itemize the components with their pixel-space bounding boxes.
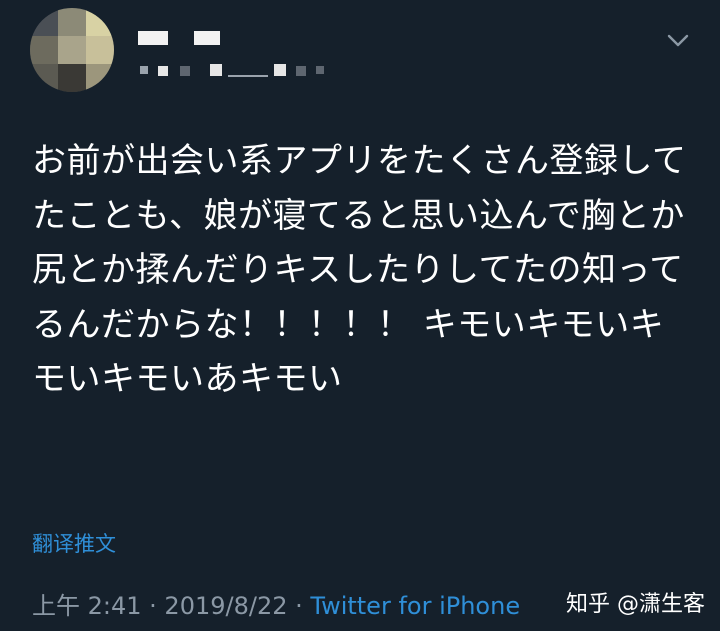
tweet-time[interactable]: 上午 2:41 [32,592,142,620]
avatar[interactable] [30,8,114,92]
tweet-header [0,0,720,110]
meta-separator: · [141,592,165,620]
tweet-date[interactable]: 2019/8/22 [164,592,287,620]
username-redacted[interactable] [140,60,330,80]
tweet-client-link[interactable]: Twitter for iPhone [310,592,520,620]
translate-tweet-link[interactable]: 翻译推文 [32,528,116,558]
chevron-down-icon[interactable] [664,28,692,52]
zhihu-watermark: 知乎 @潇生客 [566,592,705,617]
meta-separator: · [287,592,311,620]
tweet-text: お前が出会い系アプリをたくさん登録してたことも、娘が寝てると思い込んで胸とか尻と… [32,141,687,399]
tweet-meta: 上午 2:41 · 2019/8/22 · Twitter for iPhone [32,586,520,621]
